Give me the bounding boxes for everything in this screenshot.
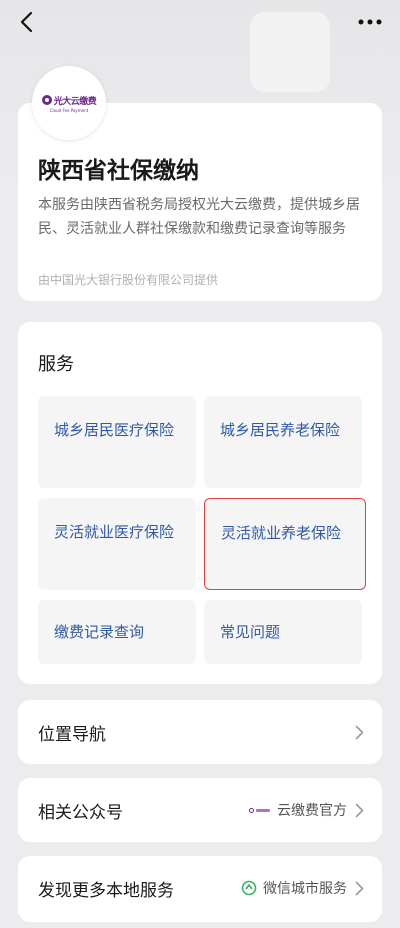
back-button[interactable] xyxy=(10,6,42,38)
logo-en-text: Cloud Fee Payment xyxy=(49,107,89,113)
brand-logo: 光大云缴费 Cloud Fee Payment xyxy=(32,66,106,140)
service-description: 本服务由陕西省税务局授权光大云缴费，提供城乡居民、灵活就业人群社保缴款和缴费记录… xyxy=(38,197,360,237)
service-faq[interactable]: 常见问题 xyxy=(204,600,362,664)
official-account-row[interactable]: 相关公众号 云缴费官方 xyxy=(18,778,382,842)
top-bar xyxy=(0,0,400,44)
row-right: 云缴费官方 xyxy=(249,778,364,842)
chevron-right-icon xyxy=(355,803,364,817)
chevron-right-icon xyxy=(355,725,364,739)
logo-cn-text: 光大云缴费 xyxy=(53,96,97,107)
services-title: 服务 xyxy=(38,354,74,375)
service-label: 常见问题 xyxy=(220,623,281,641)
brand-mark-icon xyxy=(41,95,52,105)
service-label: 城乡居民养老保险 xyxy=(220,421,341,439)
row-right: 微信城市服务 xyxy=(241,856,364,920)
row-label: 相关公众号 xyxy=(38,802,123,823)
service-rural-pension[interactable]: 城乡居民养老保险 xyxy=(204,396,362,488)
location-navigation-row[interactable]: 位置导航 xyxy=(18,700,382,764)
more-button[interactable] xyxy=(354,8,386,36)
service-label: 灵活就业养老保险 xyxy=(221,524,342,542)
more-dots-icon xyxy=(358,19,382,25)
cloud-fee-logo-icon xyxy=(249,806,271,814)
service-flexible-medical[interactable]: 灵活就业医疗保险 xyxy=(38,498,196,590)
city-service-name: 微信城市服务 xyxy=(263,881,347,897)
discover-local-services-row[interactable]: 发现更多本地服务 微信城市服务 xyxy=(18,856,382,922)
provider-text: 由中国光大银行股份有限公司提供 xyxy=(38,273,219,287)
official-account-name: 云缴费官方 xyxy=(277,803,347,819)
row-label: 位置导航 xyxy=(38,724,106,745)
service-label: 城乡居民医疗保险 xyxy=(54,421,175,439)
row-label: 发现更多本地服务 xyxy=(38,880,174,901)
chevron-right-icon xyxy=(355,881,364,895)
back-chevron-icon xyxy=(20,11,33,33)
service-flexible-pension[interactable]: 灵活就业养老保险 xyxy=(204,498,366,590)
city-service-icon xyxy=(241,880,257,896)
page-title: 陕西省社保缴纳 xyxy=(38,158,199,184)
service-payment-records[interactable]: 缴费记录查询 xyxy=(38,600,196,664)
service-rural-medical[interactable]: 城乡居民医疗保险 xyxy=(38,396,196,488)
service-label: 灵活就业医疗保险 xyxy=(54,523,175,541)
service-label: 缴费记录查询 xyxy=(54,623,145,641)
services-card: 服务 城乡居民医疗保险 城乡居民养老保险 灵活就业医疗保险 灵活就业养老保险 缴… xyxy=(18,322,382,684)
row-right xyxy=(347,700,364,764)
